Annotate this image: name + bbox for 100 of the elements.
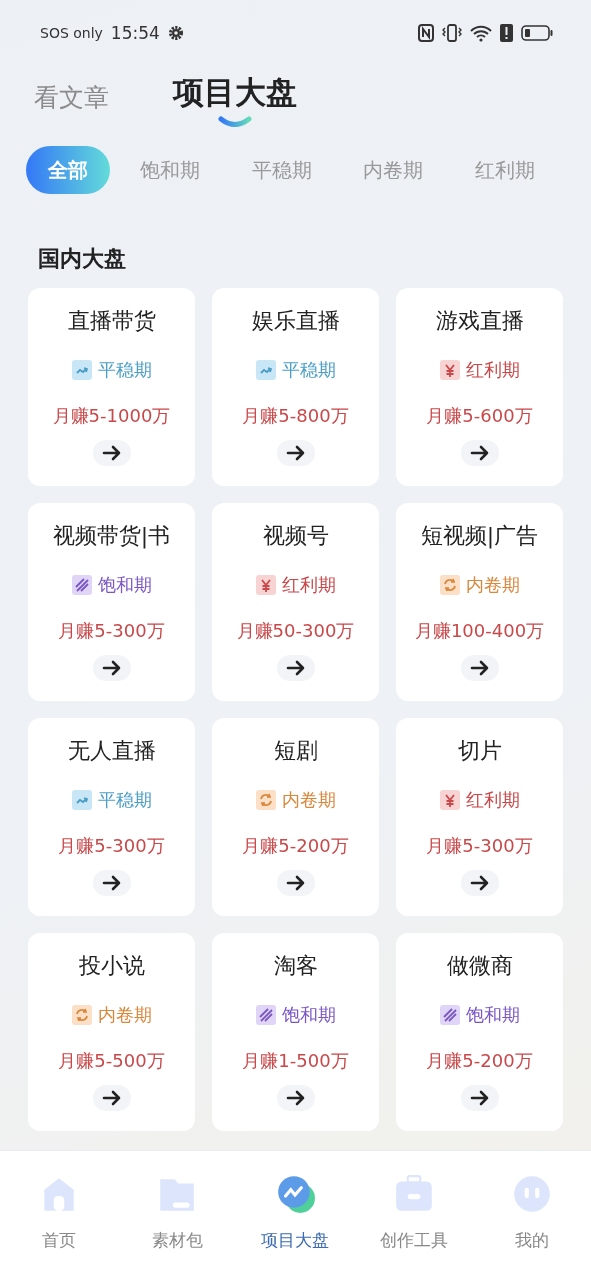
arrow-button[interactable] bbox=[92, 870, 131, 896]
nav-item[interactable]: 创作工具 bbox=[358, 1173, 469, 1252]
earnings-text: 月赚5-300万 bbox=[426, 834, 533, 858]
project-title: 视频号 bbox=[262, 522, 329, 550]
nfc-icon bbox=[418, 24, 434, 42]
arrow-button[interactable] bbox=[460, 870, 499, 896]
arrow-icon bbox=[285, 875, 306, 891]
project-card[interactable]: 做微商 饱和期 月赚5-200万 bbox=[396, 933, 563, 1131]
nav-item[interactable]: 首页 bbox=[4, 1173, 115, 1252]
cycle-icon bbox=[255, 790, 276, 810]
nav-item[interactable]: 素材包 bbox=[122, 1173, 233, 1252]
arrow-icon bbox=[469, 660, 490, 676]
earnings-text: 月赚5-200万 bbox=[426, 1049, 533, 1073]
arrow-icon bbox=[469, 1090, 490, 1106]
project-card[interactable]: 视频带货|书 饱和期 月赚5-300万 bbox=[28, 503, 195, 701]
project-title: 游戏直播 bbox=[435, 307, 524, 335]
arrow-icon bbox=[285, 445, 306, 461]
phase-label: 饱和期 bbox=[465, 1003, 520, 1027]
earnings-text: 月赚5-300万 bbox=[58, 834, 165, 858]
vibrate-icon bbox=[442, 23, 462, 43]
section-title: 国内大盘 bbox=[37, 245, 127, 273]
project-title: 短视频|广告 bbox=[420, 522, 539, 551]
project-card[interactable]: 短剧 内卷期 月赚5-200万 bbox=[212, 718, 379, 916]
project-title: 切片 bbox=[457, 737, 502, 765]
phase-label: 红利期 bbox=[465, 788, 520, 812]
phase-label: 平稳期 bbox=[97, 358, 152, 382]
phase-label: 饱和期 bbox=[97, 573, 152, 597]
project-card[interactable]: 视频号 红利期 月赚50-300万 bbox=[212, 503, 379, 701]
project-title: 直播带货 bbox=[67, 307, 156, 335]
project-title: 无人直播 bbox=[67, 737, 156, 765]
battery-icon bbox=[521, 25, 553, 41]
yen-icon bbox=[255, 575, 276, 595]
arrow-button[interactable] bbox=[460, 440, 499, 466]
project-title: 短剧 bbox=[273, 737, 318, 765]
stripes-icon bbox=[71, 575, 92, 595]
arrow-icon bbox=[101, 875, 122, 891]
trend-icon bbox=[71, 790, 92, 810]
clock: 15:54 bbox=[110, 23, 160, 43]
trend-icon bbox=[255, 360, 276, 380]
arrow-icon bbox=[469, 875, 490, 891]
project-title: 娱乐直播 bbox=[251, 307, 340, 335]
arrow-icon bbox=[285, 660, 306, 676]
arrow-button[interactable] bbox=[276, 1085, 315, 1111]
arrow-button[interactable] bbox=[460, 1085, 499, 1111]
arrow-button[interactable] bbox=[276, 870, 315, 896]
arrow-icon bbox=[101, 1090, 122, 1106]
earnings-text: 月赚5-300万 bbox=[58, 619, 165, 643]
project-title: 做微商 bbox=[446, 952, 513, 980]
yen-icon bbox=[439, 790, 460, 810]
arrow-icon bbox=[469, 445, 490, 461]
project-title: 投小说 bbox=[78, 952, 145, 980]
carrier-text: SOS only bbox=[40, 25, 103, 41]
project-title: 视频带货|书 bbox=[52, 522, 171, 551]
earnings-text: 月赚1-500万 bbox=[242, 1049, 349, 1073]
phase-label: 平稳期 bbox=[97, 788, 152, 812]
arrow-button[interactable] bbox=[276, 440, 315, 466]
yen-icon bbox=[439, 360, 460, 380]
phase-label: 平稳期 bbox=[281, 358, 336, 382]
earnings-text: 月赚100-400万 bbox=[414, 619, 545, 643]
arrow-button[interactable] bbox=[276, 655, 315, 681]
earnings-text: 月赚5-200万 bbox=[242, 834, 349, 858]
project-card[interactable]: 直播带货 平稳期 月赚5-1000万 bbox=[28, 288, 195, 486]
stripes-icon bbox=[439, 1005, 460, 1025]
top-tab[interactable]: 项目大盘 bbox=[173, 72, 297, 126]
phase-label: 内卷期 bbox=[465, 573, 520, 597]
arrow-button[interactable] bbox=[92, 655, 131, 681]
project-card[interactable]: 无人直播 平稳期 月赚5-300万 bbox=[28, 718, 195, 916]
phase-label: 内卷期 bbox=[97, 1003, 152, 1027]
arrow-button[interactable] bbox=[92, 1085, 131, 1111]
settings-icon bbox=[167, 25, 184, 41]
project-card[interactable]: 短视频|广告 内卷期 月赚100-400万 bbox=[396, 503, 563, 701]
project-card[interactable]: 游戏直播 红利期 月赚5-600万 bbox=[396, 288, 563, 486]
earnings-text: 月赚5-600万 bbox=[426, 404, 533, 428]
arrow-button[interactable] bbox=[92, 440, 131, 466]
earnings-text: 月赚5-800万 bbox=[242, 404, 349, 428]
phase-label: 饱和期 bbox=[281, 1003, 336, 1027]
alert-icon bbox=[500, 24, 513, 42]
cycle-icon bbox=[439, 575, 460, 595]
arrow-icon bbox=[101, 660, 122, 676]
project-title: 淘客 bbox=[273, 952, 318, 980]
project-card[interactable]: 切片 红利期 月赚5-300万 bbox=[396, 718, 563, 916]
stripes-icon bbox=[255, 1005, 276, 1025]
earnings-text: 月赚5-1000万 bbox=[52, 404, 171, 428]
tab-indicator bbox=[218, 116, 252, 128]
project-card[interactable]: 淘客 饱和期 月赚1-500万 bbox=[212, 933, 379, 1131]
nav-item[interactable]: 我的 bbox=[476, 1173, 587, 1252]
nav-item[interactable]: 项目大盘 bbox=[240, 1173, 351, 1252]
arrow-button[interactable] bbox=[460, 655, 499, 681]
earnings-text: 月赚5-500万 bbox=[58, 1049, 165, 1073]
project-card[interactable]: 娱乐直播 平稳期 月赚5-800万 bbox=[212, 288, 379, 486]
earnings-text: 月赚50-300万 bbox=[236, 619, 355, 643]
phase-label: 红利期 bbox=[465, 358, 520, 382]
trend-icon bbox=[71, 360, 92, 380]
phase-label: 红利期 bbox=[281, 573, 336, 597]
arrow-icon bbox=[285, 1090, 306, 1106]
wifi-icon bbox=[470, 24, 492, 42]
phase-label: 内卷期 bbox=[281, 788, 336, 812]
cycle-icon bbox=[71, 1005, 92, 1025]
arrow-icon bbox=[101, 445, 122, 461]
project-card[interactable]: 投小说 内卷期 月赚5-500万 bbox=[28, 933, 195, 1131]
